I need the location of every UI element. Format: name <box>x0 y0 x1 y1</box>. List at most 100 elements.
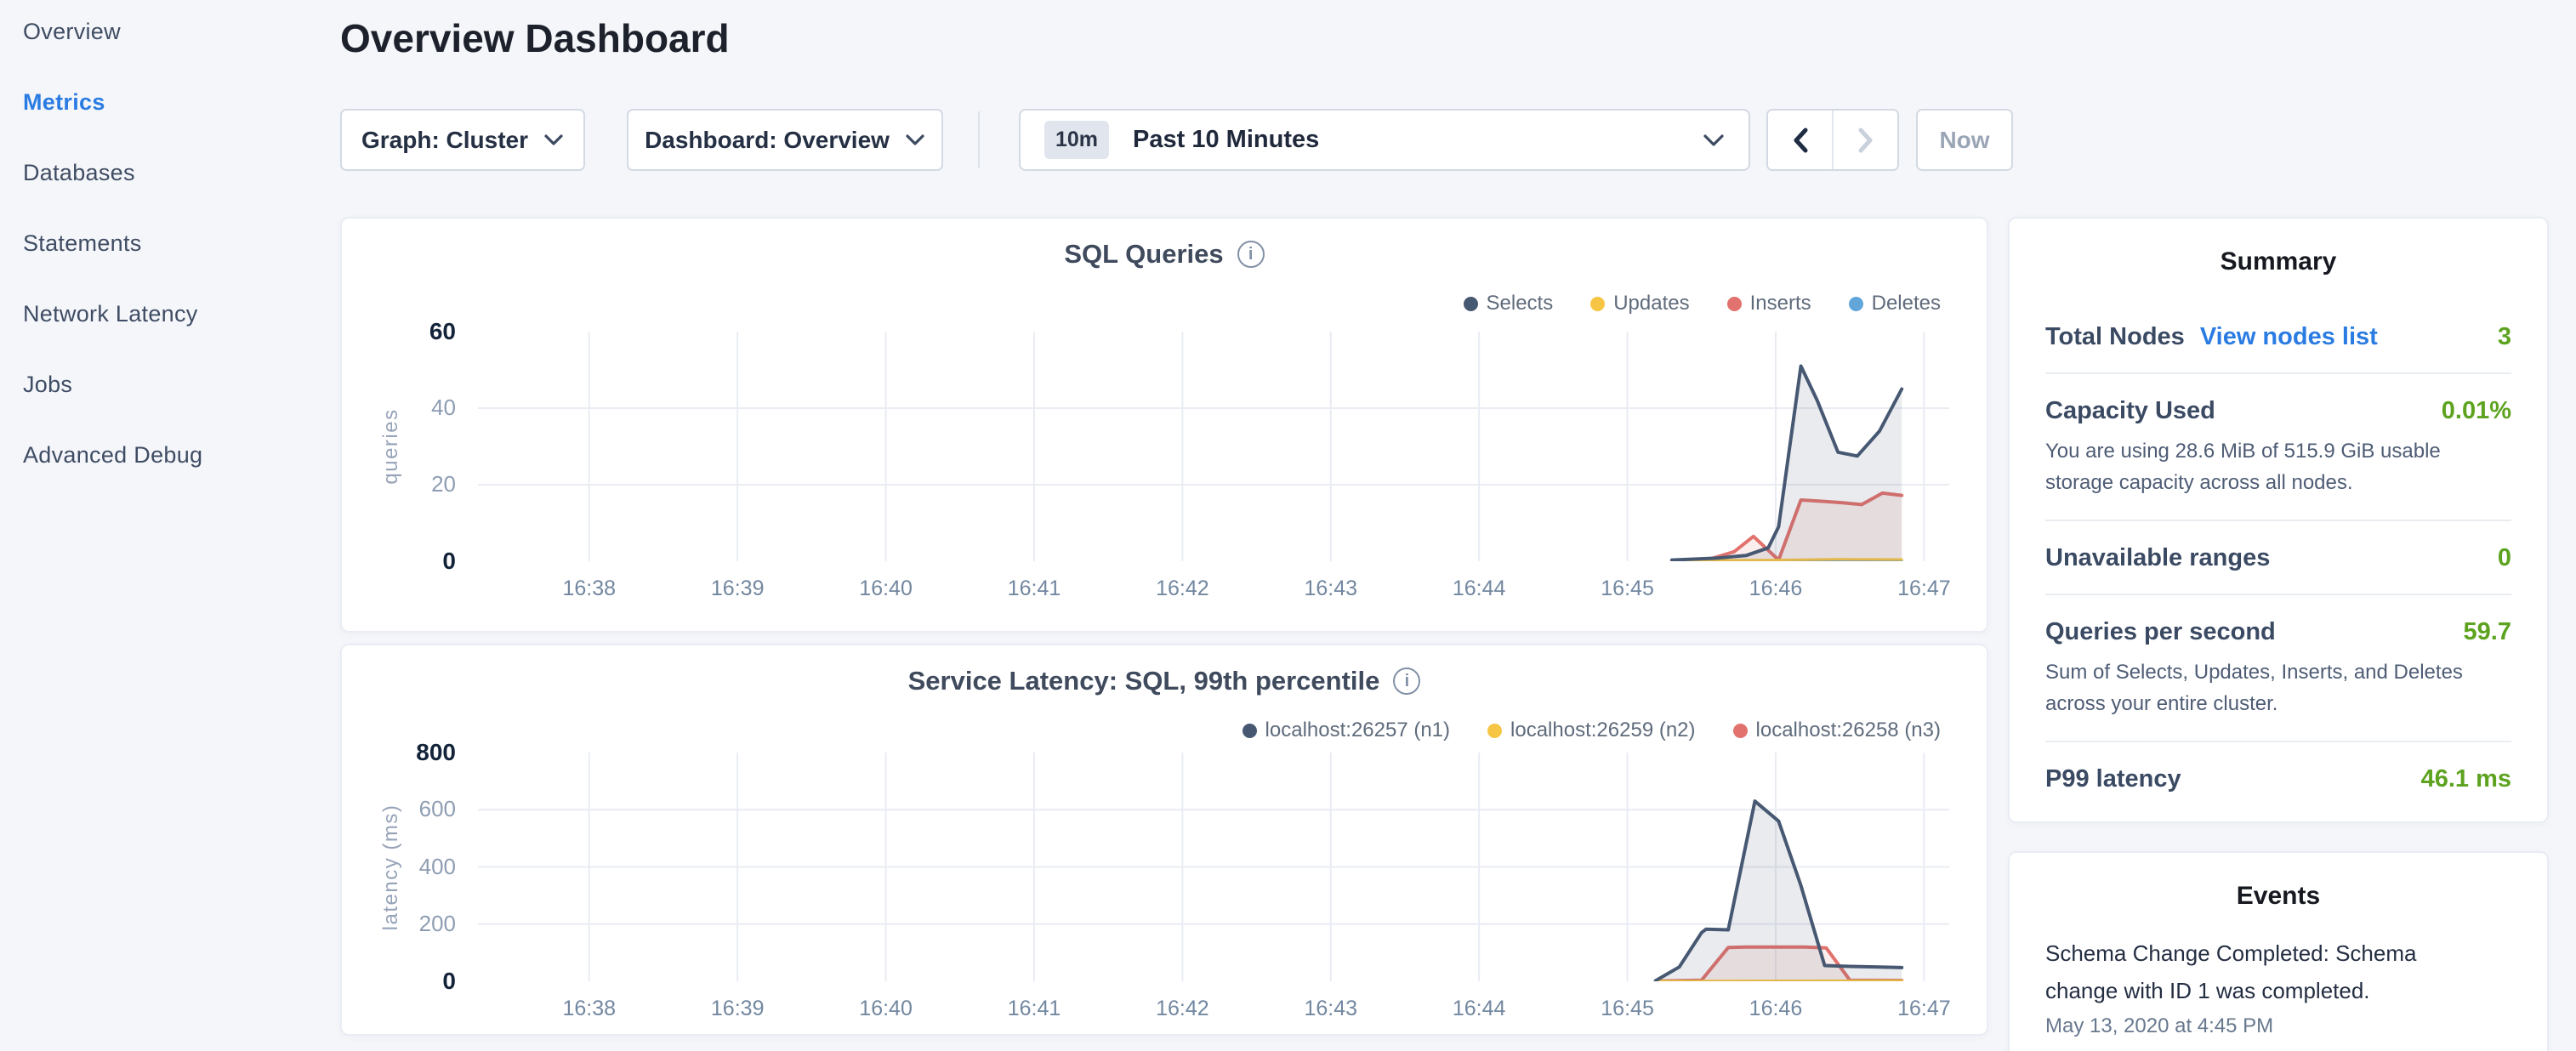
sidebar-item-jobs[interactable]: Jobs <box>23 372 312 398</box>
legend-item: Deletes <box>1849 292 1941 315</box>
x-axis-tick-label: 16:43 <box>1271 997 1390 1021</box>
legend-dot-icon <box>1727 297 1742 311</box>
legend-dot-icon <box>1590 297 1605 311</box>
x-axis-tick-label: 16:47 <box>1864 577 1983 601</box>
dashboard-dropdown[interactable]: Dashboard: Overview <box>627 109 943 171</box>
chevron-left-icon <box>1792 127 1809 154</box>
x-axis-tick-label: 16:38 <box>530 997 649 1021</box>
chart-legend: Selects Updates Inserts Deletes <box>1464 292 1942 315</box>
legend-dot-icon <box>1487 724 1502 738</box>
x-axis-tick-label: 16:39 <box>678 997 797 1021</box>
time-range-badge: 10m <box>1044 121 1109 159</box>
chevron-down-icon <box>905 134 925 146</box>
summary-panel: Summary Total Nodes View nodes list 3 Ca… <box>2008 217 2549 823</box>
sidebar-item-statements[interactable]: Statements <box>23 230 312 257</box>
prev-time-button[interactable] <box>1768 111 1834 169</box>
x-axis-tick-label: 16:40 <box>827 997 946 1021</box>
events-panel: Events Schema Change Completed: Schema c… <box>2008 851 2549 1051</box>
summary-row-unavailable-ranges: Unavailable ranges 0 <box>2045 521 2511 595</box>
chevron-right-icon <box>1857 127 1874 154</box>
summary-row-label: Queries per second <box>2045 618 2276 646</box>
time-range-dropdown[interactable]: 10m Past 10 Minutes <box>1019 109 1750 171</box>
legend-item: localhost:26258 (n3) <box>1733 719 1941 742</box>
legend-label: Updates <box>1613 292 1689 315</box>
legend-label: localhost:26259 (n2) <box>1510 719 1695 742</box>
legend-dot-icon <box>1733 724 1748 738</box>
chevron-down-icon <box>1703 134 1725 147</box>
legend-label: localhost:26258 (n3) <box>1756 719 1941 742</box>
x-axis-tick-label: 16:45 <box>1568 997 1687 1021</box>
y-axis-label: latency (ms) <box>379 804 403 930</box>
graph-dropdown[interactable]: Graph: Cluster <box>340 109 585 171</box>
legend-dot-icon <box>1849 297 1863 311</box>
legend-item: localhost:26259 (n2) <box>1487 719 1695 742</box>
summary-row-value: 46.1 ms <box>2421 765 2511 793</box>
chart-title: SQL Queries <box>1064 239 1223 270</box>
info-icon[interactable]: i <box>1393 668 1420 695</box>
summary-row-label: P99 latency <box>2045 765 2181 793</box>
sidebar-item-network-latency[interactable]: Network Latency <box>23 301 312 327</box>
graph-dropdown-label: Graph: Cluster <box>361 127 528 154</box>
x-axis-tick-label: 16:39 <box>678 577 797 601</box>
x-axis-tick-label: 16:44 <box>1419 997 1538 1021</box>
chart-header: SQL Queries i <box>342 239 1987 270</box>
sidebar-item-databases[interactable]: Databases <box>23 160 312 186</box>
x-axis-tick-label: 16:43 <box>1271 577 1390 601</box>
summary-row-value: 0 <box>2498 544 2511 572</box>
sql-queries-chart-card: SQL Queries i 020406016:3816:3916:4016:4… <box>340 217 1988 633</box>
chevron-down-icon <box>543 134 564 146</box>
time-range-label: Past 10 Minutes <box>1133 126 1319 154</box>
summary-title: Summary <box>2045 219 2511 276</box>
event-message: Schema Change Completed: Schema change w… <box>2045 935 2471 1009</box>
sidebar-item-advanced-debug[interactable]: Advanced Debug <box>23 442 312 469</box>
event-timestamp: May 13, 2020 at 4:45 PM <box>2045 1014 2511 1038</box>
summary-row-total-nodes: Total Nodes View nodes list 3 <box>2045 300 2511 374</box>
chart-title: Service Latency: SQL, 99th percentile <box>908 666 1380 696</box>
x-axis-tick-label: 16:46 <box>1716 997 1835 1021</box>
sidebar-item-overview[interactable]: Overview <box>23 19 312 45</box>
info-icon[interactable]: i <box>1237 241 1265 268</box>
x-axis-tick-label: 16:42 <box>1123 577 1242 601</box>
x-axis-tick-label: 16:41 <box>975 577 1094 601</box>
legend-item: Inserts <box>1727 292 1811 315</box>
y-axis-tick-label: 0 <box>342 968 456 995</box>
legend-item: Selects <box>1464 292 1554 315</box>
chart-plot-area <box>478 332 1949 561</box>
now-button[interactable]: Now <box>1916 109 2013 171</box>
y-axis-label: queries <box>379 408 403 484</box>
y-axis-tick-label: 60 <box>342 318 456 345</box>
summary-row-p99-latency: P99 latency 46.1 ms <box>2045 742 2511 815</box>
legend-label: Inserts <box>1750 292 1811 315</box>
time-pager <box>1766 109 1899 171</box>
legend-label: localhost:26257 (n1) <box>1265 719 1450 742</box>
x-axis-tick-label: 16:45 <box>1568 577 1687 601</box>
chart-legend: localhost:26257 (n1) localhost:26259 (n2)… <box>1243 719 1941 742</box>
legend-label: Deletes <box>1872 292 1941 315</box>
summary-row-value: 3 <box>2498 323 2511 351</box>
legend-item: Updates <box>1590 292 1689 315</box>
legend-item: localhost:26257 (n1) <box>1243 719 1450 742</box>
dashboard-dropdown-label: Dashboard: Overview <box>645 127 890 154</box>
events-title: Events <box>2045 853 2511 911</box>
x-axis-tick-label: 16:42 <box>1123 997 1242 1021</box>
summary-row-label: Capacity Used <box>2045 397 2215 425</box>
chart-plot-area <box>478 753 1949 981</box>
summary-row-value: 59.7 <box>2464 618 2511 646</box>
sidebar-item-metrics[interactable]: Metrics <box>23 89 312 116</box>
chart-header: Service Latency: SQL, 99th percentile i <box>342 666 1987 696</box>
x-axis-tick-label: 16:40 <box>827 577 946 601</box>
sidebar: Overview Metrics Databases Statements Ne… <box>23 19 312 513</box>
event-item[interactable]: Schema Change Completed: Schema change w… <box>2045 935 2511 1038</box>
y-axis-tick-label: 0 <box>342 548 456 575</box>
legend-label: Selects <box>1487 292 1554 315</box>
summary-row-label: Total Nodes <box>2045 323 2185 351</box>
x-axis-tick-label: 16:46 <box>1716 577 1835 601</box>
view-nodes-list-link[interactable]: View nodes list <box>2200 323 2378 351</box>
x-axis-tick-label: 16:44 <box>1419 577 1538 601</box>
next-time-button[interactable] <box>1834 111 1897 169</box>
app: Overview Metrics Databases Statements Ne… <box>0 0 2576 1051</box>
summary-row-description: You are using 28.6 MiB of 515.9 GiB usab… <box>2045 435 2511 498</box>
summary-row-value: 0.01% <box>2442 397 2511 425</box>
legend-dot-icon <box>1243 724 1257 738</box>
toolbar-divider <box>978 111 980 168</box>
